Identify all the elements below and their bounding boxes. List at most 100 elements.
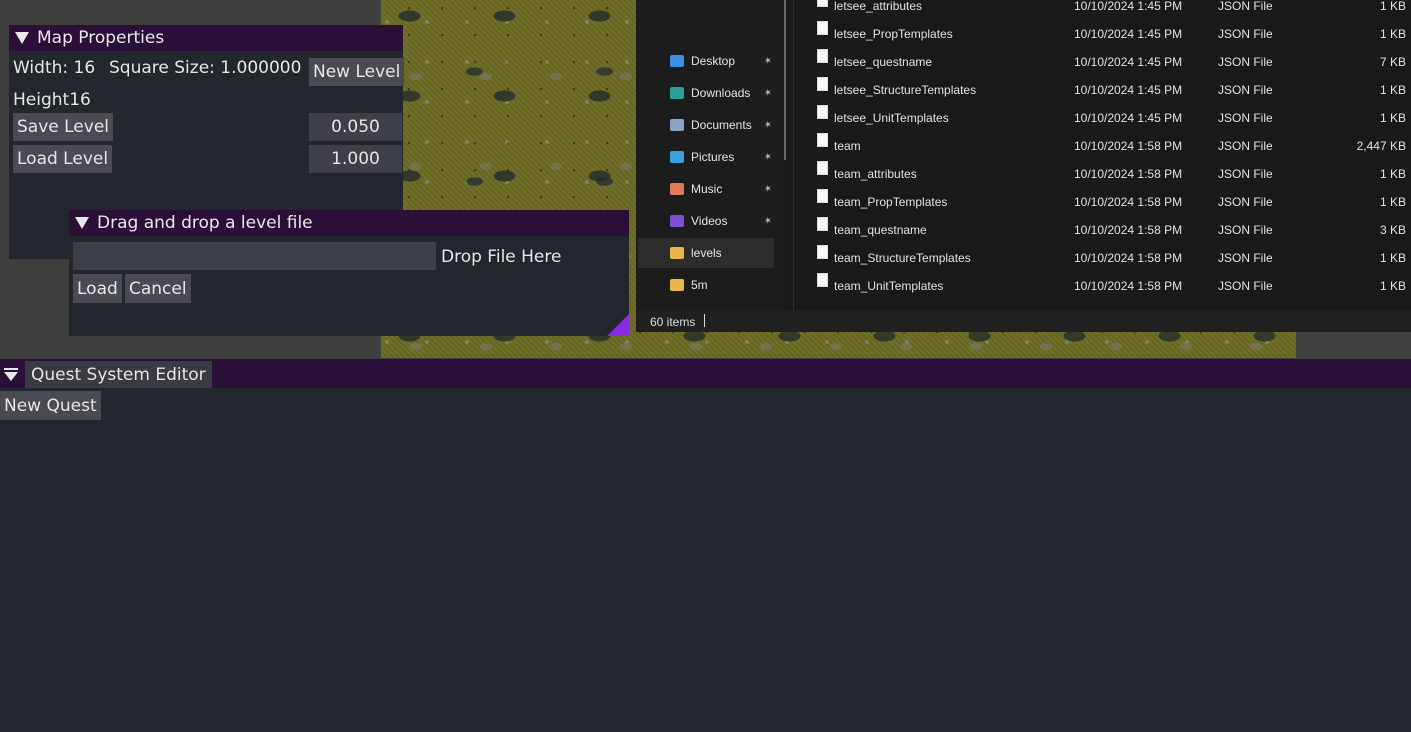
file-row[interactable]: letsee_questname 10/10/2024 1:45 PM JSON F…: [813, 48, 1409, 76]
map-properties-titlebar[interactable]: Map Properties: [9, 25, 403, 51]
navigation-pane: Desktop ✶ Downloads ✶ Documents ✶ Pictures ✶ Mus…: [636, 0, 784, 310]
file-name: letsee_attributes: [834, 0, 923, 13]
desktop-icon: [670, 55, 684, 67]
file-type: JSON File: [1218, 0, 1273, 13]
text-cursor: [704, 314, 705, 327]
drop-file-label: Drop File Here: [441, 247, 562, 267]
drag-drop-titlebar[interactable]: Drag and drop a level file: [69, 210, 629, 236]
file-row[interactable]: letsee_attributes 10/10/2024 1:45 PM JSON …: [813, 0, 1409, 20]
sidebar-item-label: Downloads: [691, 86, 751, 100]
status-bar: 60 items: [636, 310, 1411, 332]
file-icon: [817, 21, 828, 35]
file-row[interactable]: team_attributes 10/10/2024 1:58 PM JSON Fi…: [813, 160, 1409, 188]
cancel-button[interactable]: Cancel: [125, 274, 191, 303]
document-icon: [670, 119, 684, 131]
map-properties-title: Map Properties: [37, 28, 165, 48]
file-row[interactable]: letsee_PropTemplates 10/10/2024 1:45 PM JS…: [813, 20, 1409, 48]
file-name: team_StructureTemplates: [834, 251, 971, 265]
file-date: 10/10/2024 1:45 PM: [1074, 83, 1183, 97]
pin-icon[interactable]: ✶: [764, 216, 772, 227]
file-row[interactable]: team_PropTemplates 10/10/2024 1:58 PM JSON…: [813, 188, 1409, 216]
sidebar-item-levels[interactable]: levels: [638, 238, 774, 268]
nav-scrollbar[interactable]: [784, 0, 786, 160]
file-type: JSON File: [1218, 83, 1273, 97]
pin-icon[interactable]: ✶: [764, 184, 772, 195]
file-icon: [817, 273, 828, 287]
new-level-button[interactable]: New Level: [309, 58, 405, 86]
load-button[interactable]: Load: [73, 274, 122, 303]
file-type: JSON File: [1218, 139, 1273, 153]
collapse-menu-icon[interactable]: [4, 368, 18, 381]
width-label: Width: 16: [13, 58, 96, 78]
file-date: 10/10/2024 1:45 PM: [1074, 111, 1183, 125]
file-size: 1 KB: [1379, 83, 1406, 97]
value-field-2[interactable]: 1.000: [309, 145, 402, 173]
drag-drop-title: Drag and drop a level file: [97, 213, 313, 233]
load-level-button[interactable]: Load Level: [13, 145, 113, 173]
sidebar-item-documents[interactable]: Documents ✶: [638, 110, 774, 140]
sidebar-item-5m[interactable]: 5m: [638, 270, 774, 300]
save-level-button[interactable]: Save Level: [13, 113, 114, 141]
file-path-input[interactable]: [73, 242, 436, 270]
file-icon: [817, 189, 828, 203]
file-row[interactable]: letsee_StructureTemplates 10/10/2024 1:45…: [813, 76, 1409, 104]
file-size: 1 KB: [1379, 251, 1406, 265]
file-date: 10/10/2024 1:58 PM: [1074, 139, 1183, 153]
file-type: JSON File: [1218, 195, 1273, 209]
picture-icon: [670, 151, 684, 163]
file-type: JSON File: [1218, 279, 1273, 293]
sidebar-item-desktop[interactable]: Desktop ✶: [638, 46, 774, 76]
new-quest-button[interactable]: New Quest: [0, 391, 101, 420]
file-row[interactable]: team_StructureTemplates 10/10/2024 1:58 P…: [813, 244, 1409, 272]
file-name: letsee_StructureTemplates: [834, 83, 977, 97]
file-size: 1 KB: [1379, 279, 1406, 293]
file-type: JSON File: [1218, 27, 1273, 41]
pin-icon[interactable]: ✶: [764, 120, 772, 131]
pin-icon[interactable]: ✶: [764, 88, 772, 99]
file-row[interactable]: team_UnitTemplates 10/10/2024 1:58 PM JSON…: [813, 272, 1409, 300]
file-name: letsee_questname: [834, 55, 933, 69]
file-date: 10/10/2024 1:58 PM: [1074, 195, 1183, 209]
file-size: 1 KB: [1379, 111, 1406, 125]
quest-editor-window: Quest System Editor New Quest: [0, 359, 1411, 732]
file-row[interactable]: letsee_UnitTemplates 10/10/2024 1:45 PM JS…: [813, 104, 1409, 132]
collapse-triangle-icon[interactable]: [15, 32, 29, 44]
file-date: 10/10/2024 1:58 PM: [1074, 223, 1183, 237]
file-date: 10/10/2024 1:45 PM: [1074, 0, 1183, 13]
item-count: 60 items: [650, 315, 696, 329]
file-icon: [817, 49, 828, 63]
file-type: JSON File: [1218, 223, 1273, 237]
collapse-triangle-icon[interactable]: [75, 217, 89, 229]
file-row[interactable]: team_questname 10/10/2024 1:58 PM JSON Fil…: [813, 216, 1409, 244]
folder-icon: [670, 279, 684, 291]
file-icon: [817, 77, 828, 91]
file-name: team_PropTemplates: [834, 195, 948, 209]
file-size: 1 KB: [1379, 27, 1406, 41]
pin-icon[interactable]: ✶: [764, 152, 772, 163]
file-date: 10/10/2024 1:45 PM: [1074, 55, 1183, 69]
sidebar-item-videos[interactable]: Videos ✶: [638, 206, 774, 236]
drag-drop-window: Drag and drop a level file Drop File Her…: [69, 210, 629, 336]
pane-divider[interactable]: [793, 0, 794, 310]
file-type: JSON File: [1218, 111, 1273, 125]
file-row[interactable]: team 10/10/2024 1:58 PM JSON File 2,447 KB: [813, 132, 1409, 160]
file-name: letsee_UnitTemplates: [834, 111, 949, 125]
height-label: Height16: [13, 90, 91, 110]
sidebar-item-label: Videos: [691, 214, 728, 228]
file-size: 1 KB: [1379, 195, 1406, 209]
download-icon: [670, 87, 684, 99]
folder-icon: [670, 247, 684, 259]
video-icon: [670, 215, 684, 227]
tab-quest-system-editor[interactable]: Quest System Editor: [25, 361, 212, 388]
file-icon: [817, 0, 828, 7]
sidebar-item-downloads[interactable]: Downloads ✶: [638, 78, 774, 108]
value-field-1[interactable]: 0.050: [309, 113, 402, 141]
file-type: JSON File: [1218, 55, 1273, 69]
sidebar-item-music[interactable]: Music ✶: [638, 174, 774, 204]
resize-grip[interactable]: [607, 314, 629, 336]
pin-icon[interactable]: ✶: [764, 56, 772, 67]
file-size: 7 KB: [1379, 55, 1406, 69]
square-size-label: Square Size: 1.000000: [109, 58, 302, 78]
file-icon: [817, 245, 828, 259]
sidebar-item-pictures[interactable]: Pictures ✶: [638, 142, 774, 172]
